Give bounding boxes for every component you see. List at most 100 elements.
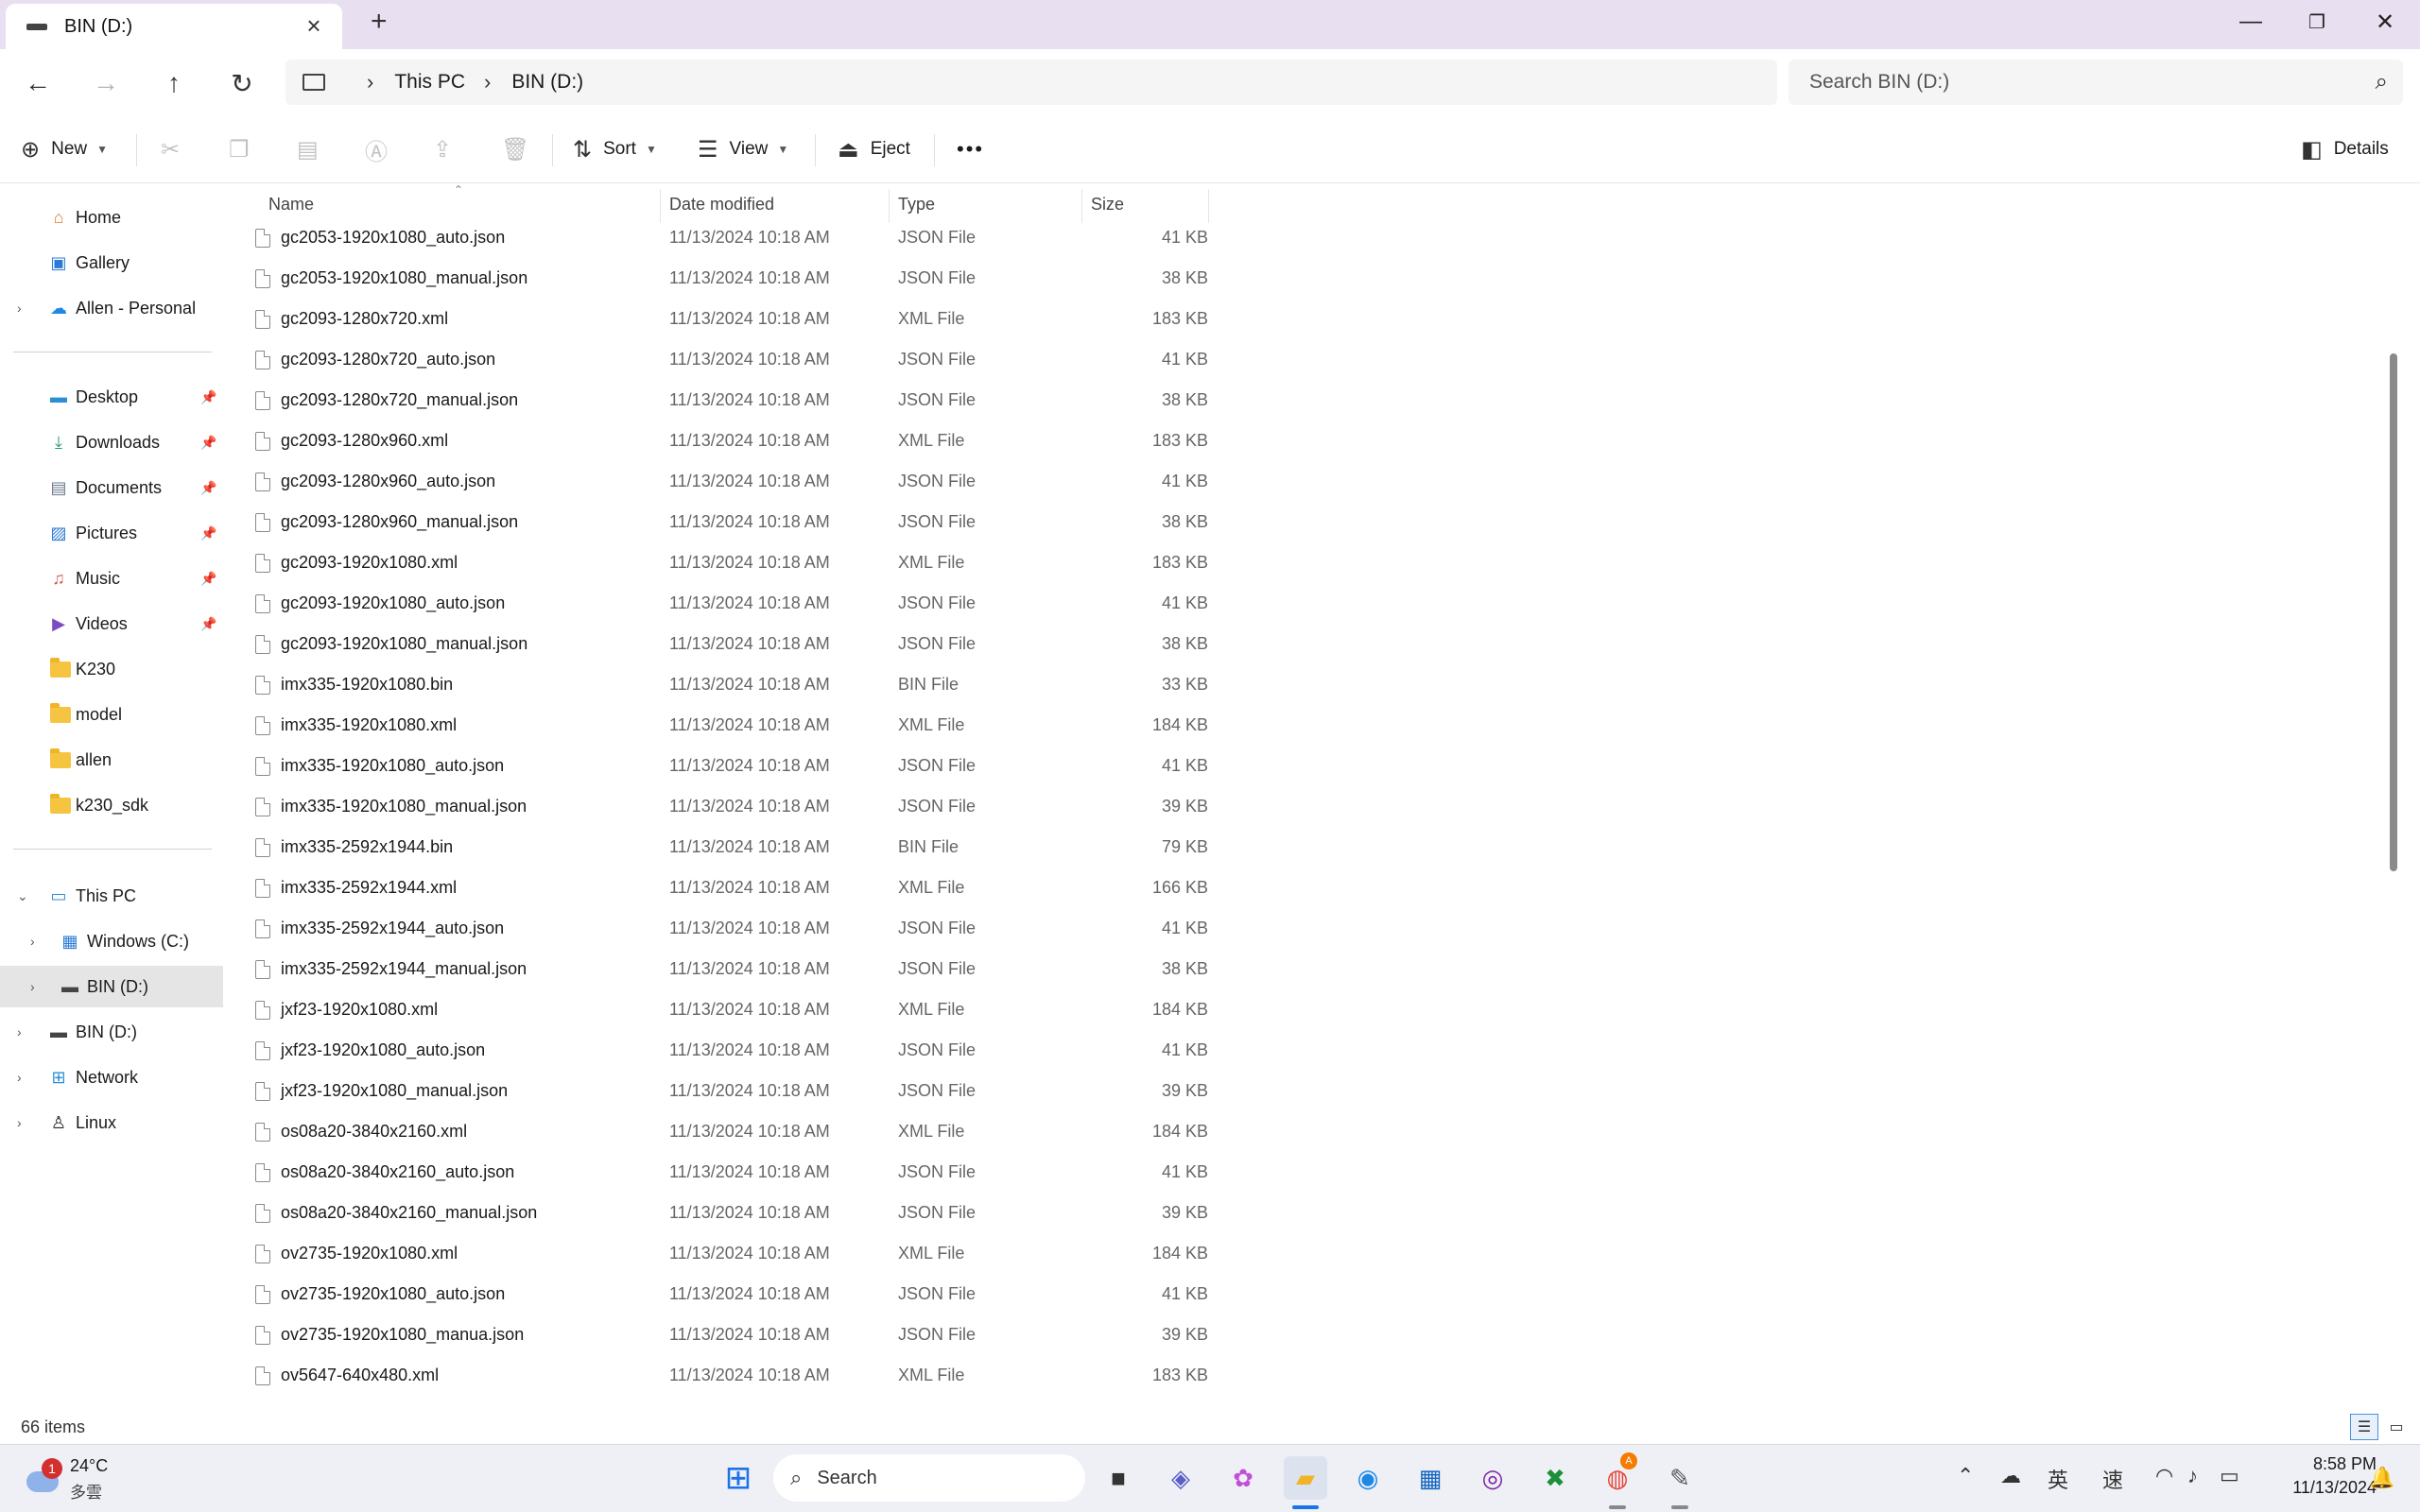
- details-view-button[interactable]: ☰: [2350, 1414, 2378, 1440]
- breadcrumb-this-pc[interactable]: This PC: [394, 71, 465, 94]
- column-header-size[interactable]: Size: [1091, 195, 1124, 215]
- pin-icon[interactable]: 📌: [200, 525, 216, 541]
- column-header-name[interactable]: Name: [268, 195, 314, 215]
- new-tab-button[interactable]: +: [371, 6, 388, 38]
- sort-button[interactable]: ⇅ Sort ▼: [573, 130, 657, 168]
- edge-icon[interactable]: ◉: [1346, 1456, 1390, 1500]
- table-row[interactable]: imx335-2592x1944_auto.json 11/13/2024 10:…: [225, 908, 1208, 949]
- eject-button[interactable]: ⏏ Eject: [838, 130, 910, 168]
- table-row[interactable]: jxf23-1920x1080.xml 11/13/2024 10:18 AM XM…: [225, 989, 1208, 1030]
- address-bar[interactable]: › This PC › BIN (D:): [285, 60, 1777, 105]
- table-row[interactable]: jxf23-1920x1080_auto.json 11/13/2024 10:1…: [225, 1030, 1208, 1071]
- table-row[interactable]: gc2093-1280x960_manual.json 11/13/2024 10…: [225, 502, 1208, 542]
- nav-onedrive[interactable]: › ☁ Allen - Personal: [0, 287, 223, 329]
- store-icon[interactable]: ▦: [1409, 1456, 1452, 1500]
- nav-folder-allen[interactable]: allen: [0, 739, 223, 781]
- task-view-icon[interactable]: ■: [1097, 1456, 1140, 1500]
- column-header-date[interactable]: Date modified: [669, 195, 774, 215]
- column-divider[interactable]: [1208, 189, 1209, 223]
- chevron-right-icon[interactable]: ›: [30, 979, 35, 994]
- forward-button[interactable]: →: [85, 62, 127, 104]
- close-window-button[interactable]: ✕: [2352, 0, 2418, 43]
- chevron-right-icon[interactable]: ›: [484, 70, 491, 94]
- details-pane-button[interactable]: ◧ Details: [2301, 130, 2389, 168]
- back-button[interactable]: ←: [17, 62, 59, 104]
- pin-icon[interactable]: 📌: [200, 389, 216, 405]
- table-row[interactable]: gc2093-1280x720_manual.json 11/13/2024 10…: [225, 380, 1208, 421]
- breadcrumb-bin-d[interactable]: BIN (D:): [511, 71, 583, 94]
- table-row[interactable]: gc2093-1280x720.xml 11/13/2024 10:18 AM XM…: [225, 299, 1208, 339]
- nav-network[interactable]: › ⊞ Network: [0, 1057, 223, 1098]
- nav-bin-d[interactable]: › ▬ BIN (D:): [0, 1011, 223, 1053]
- table-row[interactable]: imx335-2592x1944.xml 11/13/2024 10:18 AM X…: [225, 868, 1208, 908]
- nav-this-pc[interactable]: ⌄ ▭ This PC: [0, 875, 223, 917]
- nav-pictures[interactable]: ▨ Pictures 📌: [0, 512, 223, 554]
- file-explorer-icon[interactable]: ▰: [1284, 1456, 1327, 1500]
- table-row[interactable]: gc2093-1280x720_auto.json 11/13/2024 10:1…: [225, 339, 1208, 380]
- app-icon[interactable]: ◎: [1471, 1456, 1514, 1500]
- table-row[interactable]: os08a20-3840x2160_manual.json 11/13/2024 …: [225, 1193, 1208, 1233]
- more-options-button[interactable]: •••: [957, 130, 984, 168]
- scroll-thumb[interactable]: [2390, 353, 2397, 871]
- nav-desktop[interactable]: ▬ Desktop 📌: [0, 376, 223, 418]
- nav-windows-c[interactable]: › ▦ Windows (C:): [0, 920, 223, 962]
- nav-gallery[interactable]: ▣ Gallery: [0, 242, 223, 284]
- system-clock[interactable]: 8:58 PM 11/13/2024: [2269, 1452, 2377, 1500]
- rename-button[interactable]: Ⓐ: [365, 130, 399, 168]
- nav-home[interactable]: ⌂ Home: [0, 197, 223, 238]
- volume-icon[interactable]: ♪: [2187, 1464, 2198, 1488]
- new-button[interactable]: ⊕ New ▼: [21, 130, 108, 168]
- table-row[interactable]: imx335-1920x1080_auto.json 11/13/2024 10:…: [225, 746, 1208, 786]
- table-row[interactable]: gc2093-1920x1080_manual.json 11/13/2024 1…: [225, 624, 1208, 664]
- copy-button[interactable]: ❐: [229, 130, 261, 168]
- battery-icon[interactable]: ▭: [2220, 1464, 2239, 1488]
- minimize-button[interactable]: —: [2218, 0, 2284, 43]
- nav-downloads[interactable]: ⤓ Downloads 📌: [0, 421, 223, 463]
- nav-folder-model[interactable]: model: [0, 694, 223, 735]
- tab-bin-d[interactable]: BIN (D:) ×: [6, 4, 342, 49]
- nav-bin-d-selected[interactable]: › ▬ BIN (D:): [0, 966, 223, 1007]
- chrome-icon[interactable]: ◍ A: [1596, 1452, 1639, 1500]
- table-row[interactable]: ov5647-640x480.xml 11/13/2024 10:18 AM XML…: [225, 1355, 1208, 1396]
- taskbar-search[interactable]: ⌕ Search: [773, 1454, 1085, 1502]
- large-icons-view-button[interactable]: ▭: [2382, 1414, 2411, 1440]
- vertical-scrollbar[interactable]: [2382, 183, 2401, 1410]
- search-icon[interactable]: ⌕: [2376, 69, 2388, 95]
- pin-icon[interactable]: 📌: [200, 616, 216, 632]
- table-row[interactable]: ov2735-1920x1080_manua.json 11/13/2024 10…: [225, 1314, 1208, 1355]
- table-row[interactable]: gc2053-1920x1080_manual.json 11/13/2024 1…: [225, 258, 1208, 299]
- chevron-right-icon[interactable]: ›: [17, 301, 22, 316]
- ime-mode[interactable]: 速: [2102, 1464, 2123, 1494]
- restore-button[interactable]: ❐: [2284, 0, 2350, 43]
- wifi-icon[interactable]: ◠: [2155, 1464, 2173, 1488]
- table-row[interactable]: imx335-1920x1080_manual.json 11/13/2024 1…: [225, 786, 1208, 827]
- table-row[interactable]: os08a20-3840x2160_auto.json 11/13/2024 10…: [225, 1152, 1208, 1193]
- table-row[interactable]: gc2093-1280x960.xml 11/13/2024 10:18 AM XM…: [225, 421, 1208, 461]
- cut-button[interactable]: ✂: [161, 130, 191, 168]
- nav-videos[interactable]: ▶ Videos 📌: [0, 603, 223, 644]
- up-button[interactable]: ↑: [153, 62, 195, 104]
- weather-widget[interactable]: 1 24°C 多雲: [21, 1452, 125, 1505]
- chevron-right-icon[interactable]: ›: [17, 1070, 22, 1085]
- teams-icon[interactable]: ◈: [1159, 1456, 1202, 1500]
- xbox-icon[interactable]: ✖: [1533, 1456, 1577, 1500]
- chevron-right-icon[interactable]: ›: [17, 1115, 22, 1130]
- nav-linux[interactable]: › ♙ Linux: [0, 1102, 223, 1143]
- ime-language[interactable]: 英: [2048, 1464, 2068, 1494]
- table-row[interactable]: gc2093-1920x1080.xml 11/13/2024 10:18 AM X…: [225, 542, 1208, 583]
- chevron-right-icon[interactable]: ›: [17, 1024, 22, 1040]
- chevron-right-icon[interactable]: ›: [30, 934, 35, 949]
- chevron-down-icon[interactable]: ⌄: [17, 888, 28, 904]
- table-row[interactable]: ov2735-1920x1080_auto.json 11/13/2024 10:…: [225, 1274, 1208, 1314]
- delete-button[interactable]: 🗑: [501, 130, 541, 168]
- refresh-button[interactable]: ↻: [221, 62, 263, 104]
- table-row[interactable]: imx335-1920x1080.bin 11/13/2024 10:18 AM B…: [225, 664, 1208, 705]
- nav-documents[interactable]: ▤ Documents 📌: [0, 467, 223, 508]
- usb-icon[interactable]: ✎: [1658, 1456, 1702, 1500]
- pin-icon[interactable]: 📌: [200, 480, 216, 496]
- table-row[interactable]: os08a20-3840x2160.xml 11/13/2024 10:18 AM…: [225, 1111, 1208, 1152]
- close-tab-icon[interactable]: ×: [299, 11, 329, 41]
- start-button[interactable]: ⊞: [717, 1456, 760, 1500]
- notification-bell-icon[interactable]: 🔔: [2369, 1466, 2394, 1490]
- pin-icon[interactable]: 📌: [200, 571, 216, 587]
